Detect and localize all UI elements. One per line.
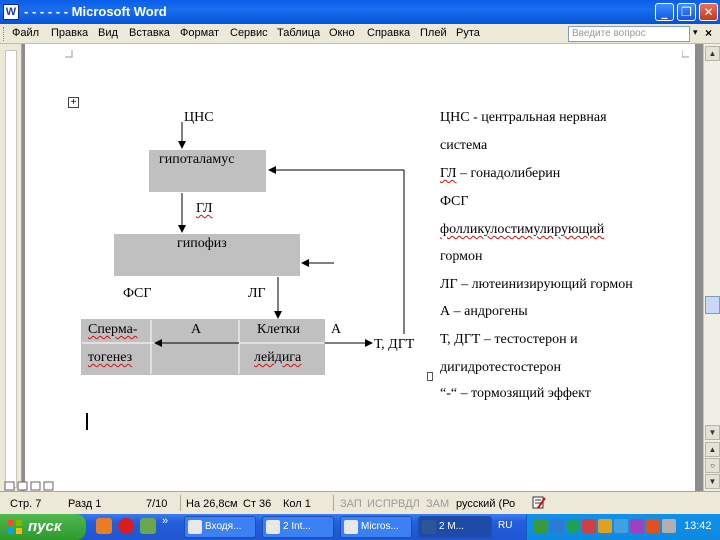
status-line: Ст 36 xyxy=(243,498,272,510)
legend-line: система xyxy=(440,138,488,153)
taskbar-item[interactable]: 2 Int... xyxy=(262,516,334,538)
status-page: Стр. 7 xyxy=(10,498,42,510)
legend-line: Т, ДГТ – тестостерон и xyxy=(440,332,578,347)
label-androgens-right: А xyxy=(331,322,342,337)
table-move-handle-icon[interactable]: + xyxy=(68,97,79,108)
status-pages: 7/10 xyxy=(146,498,168,510)
language-indicator[interactable]: RU xyxy=(498,520,512,531)
label-spermatogenesis-1: Сперма- xyxy=(88,322,138,337)
status-track-changes[interactable]: ИСПР xyxy=(367,498,398,510)
firefox-icon[interactable] xyxy=(96,518,112,534)
view-mode-buttons[interactable] xyxy=(4,481,64,491)
label-hypothalamus: гипоталамус xyxy=(159,152,235,167)
quicklaunch-icon[interactable] xyxy=(140,518,156,534)
status-separator xyxy=(180,495,181,511)
tray-icon[interactable] xyxy=(534,519,548,533)
legend-line: ФСГ xyxy=(440,194,469,209)
volume-icon[interactable] xyxy=(662,519,676,533)
quicklaunch-more-icon[interactable]: » xyxy=(162,515,168,527)
previous-page-icon[interactable]: ▲ xyxy=(705,442,720,457)
text-cursor xyxy=(86,413,88,430)
legend-line: ЛГ – лютеинизирующий гормон xyxy=(440,277,633,292)
start-button[interactable]: пуск xyxy=(0,514,86,540)
legend-line: ГЛ – гонадолиберин xyxy=(440,166,561,181)
status-extend[interactable]: ВДЛ xyxy=(398,498,420,510)
scroll-down-icon[interactable]: ▼ xyxy=(705,425,720,440)
label-lg: ЛГ xyxy=(248,286,266,301)
next-page-icon[interactable]: ▼ xyxy=(705,474,720,489)
opera-icon[interactable] xyxy=(118,518,134,534)
tray-icon[interactable] xyxy=(566,519,580,533)
taskbar-item-active[interactable]: 2 M... xyxy=(418,516,492,538)
tray-icon[interactable] xyxy=(598,519,612,533)
label-leydig-1: Клетки xyxy=(257,322,300,337)
status-overtype[interactable]: ЗАМ xyxy=(426,498,449,510)
label-spermatogenesis-2: тогенез xyxy=(88,350,133,365)
tray-icon[interactable] xyxy=(582,519,596,533)
status-column: Кол 1 xyxy=(283,498,311,510)
clock: 13:42 xyxy=(684,520,712,532)
spelling-status-icon[interactable] xyxy=(532,496,546,509)
label-androgens-mid: А xyxy=(191,322,202,337)
legend-line: гормон xyxy=(440,249,483,264)
label-fsg: ФСГ xyxy=(123,286,152,301)
legend-line: А – андрогены xyxy=(440,304,528,319)
start-label: пуск xyxy=(28,518,62,535)
label-leydig-2: лейдига xyxy=(254,350,302,365)
status-position: На 26,8см xyxy=(186,498,238,510)
legend-line: фолликулостимулирующий xyxy=(440,222,605,237)
legend-line: ЦНС - центральная нервная xyxy=(440,110,607,125)
tray-icon[interactable] xyxy=(614,519,628,533)
vertical-scrollbar[interactable]: ▲ ▼ ▲ ○ ▼ xyxy=(703,44,720,491)
tray-icon[interactable] xyxy=(646,519,660,533)
windows-logo-icon xyxy=(8,520,22,534)
diagram-arrows xyxy=(82,122,405,374)
status-separator xyxy=(333,495,334,511)
legend-line: “-“ – тормозящий эффект xyxy=(440,386,591,401)
status-language: русский (Ро xyxy=(456,498,516,510)
status-record[interactable]: ЗАП xyxy=(340,498,362,510)
taskbar-item[interactable]: Micros... xyxy=(340,516,412,538)
label-gl: ГЛ xyxy=(196,201,213,216)
tray-icon[interactable] xyxy=(630,519,644,533)
scroll-up-icon[interactable]: ▲ xyxy=(705,46,720,61)
tray-icon[interactable] xyxy=(550,519,564,533)
select-browse-object-icon[interactable]: ○ xyxy=(705,458,720,473)
paragraph-marker-icon xyxy=(427,372,433,381)
legend-line: дигидротестостерон xyxy=(440,360,562,375)
status-section: Разд 1 xyxy=(68,498,102,510)
label-t-dgt: Т, ДГТ xyxy=(374,337,415,352)
scroll-thumb[interactable] xyxy=(705,296,720,314)
label-pituitary: гипофиз xyxy=(177,236,227,251)
label-cns: ЦНС xyxy=(184,110,214,125)
taskbar-item[interactable]: Входя... xyxy=(184,516,256,538)
